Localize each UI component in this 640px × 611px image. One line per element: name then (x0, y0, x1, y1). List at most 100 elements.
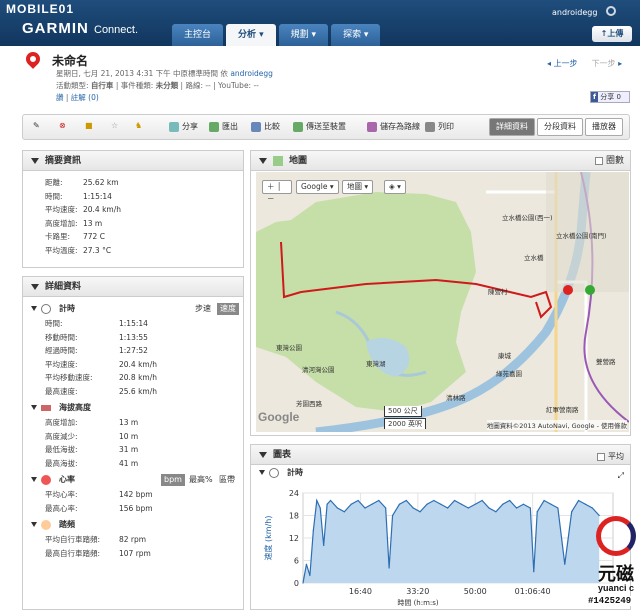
activity-title[interactable]: 未命名 (52, 52, 88, 69)
prev-link[interactable]: 上一步 (554, 59, 578, 68)
details-header[interactable]: 詳細資料 (23, 277, 243, 297)
chart-timing-header[interactable]: 計時 (251, 465, 630, 481)
tab-plan[interactable]: 規劃 ▾ (278, 24, 329, 46)
send-to-device-button[interactable]: 傳送至裝置 (293, 121, 346, 132)
stat-label: 最高速度: (45, 386, 78, 396)
laps-checkbox[interactable]: 圈數 (594, 151, 624, 171)
tab-analysis[interactable]: 分析 ▾ (226, 24, 276, 46)
data-point (350, 503, 352, 505)
data-point (426, 503, 428, 505)
stat-value: 41 m (119, 458, 139, 468)
data-point (388, 567, 390, 569)
lock-icon[interactable]: ■ (85, 121, 93, 130)
stat-row: 平均自行車踏頻: 82 rpm (45, 533, 243, 547)
speed-area (303, 500, 600, 583)
stat-label: 最高心率: (45, 503, 78, 513)
gear-icon[interactable] (606, 6, 616, 16)
activity-toolbar: ✎ ⊗ ■ ☆ ♞ 分享 匯出 比較 傳送至裝置 儲存為路線 列印 詳細資料 分… (22, 114, 630, 140)
compare-button[interactable]: 比較 (251, 121, 280, 132)
badge-icon[interactable]: ♞ (135, 121, 142, 130)
data-point (326, 503, 328, 505)
x-tick-label: 33:20 (406, 587, 429, 596)
facebook-share-button[interactable]: f 分享 0 (590, 91, 630, 103)
upload-button[interactable]: ↑上傳 (592, 26, 632, 42)
delete-icon[interactable]: ⊗ (59, 121, 66, 130)
export-button[interactable]: 匯出 (209, 121, 238, 132)
edit-icon[interactable]: ✎ (33, 121, 40, 130)
stat-label: 最高自行車踏頻: (45, 548, 101, 558)
stat-row: 距離: 25.62 km (45, 176, 243, 190)
tab-splits[interactable]: 分段資料 (537, 118, 583, 136)
zoom-controls[interactable]: ＋ │ － (262, 180, 292, 203)
stat-row: 平均速度: 20.4 km/h (45, 358, 243, 372)
share-button[interactable]: 分享 (169, 121, 198, 132)
tab-details[interactable]: 詳細資料 (489, 118, 535, 136)
google-logo: Google (258, 410, 300, 424)
stat-label: 高度增加: (45, 218, 78, 228)
chart-header[interactable]: 圖表 (251, 445, 630, 465)
map-provider-select[interactable]: Google ▾ (296, 180, 339, 194)
star-icon[interactable]: ☆ (111, 121, 118, 130)
hr-zones-toggle[interactable]: 區帶 (219, 472, 235, 488)
scale-feet: 2000 英呎 (384, 418, 427, 429)
watermark-id: #1425249 (588, 596, 632, 606)
data-point (316, 499, 318, 502)
data-point (536, 511, 538, 513)
tab-dashboard[interactable]: 主控台 (172, 24, 224, 46)
next-link[interactable]: 下一步 (592, 59, 616, 68)
map-type-select[interactable]: 地圖 ▾ (342, 180, 374, 194)
layers-select[interactable]: ◈ ▾ (384, 180, 406, 194)
stat-label: 時間: (45, 191, 63, 201)
average-checkbox[interactable]: 平均 (597, 451, 624, 462)
stat-value: 10 m (119, 431, 139, 441)
y-tick-label: 6 (294, 557, 299, 566)
comments-link[interactable]: 註解 (0) (71, 93, 99, 102)
stat-label: 平均溫度: (45, 245, 78, 255)
stat-label: 最高海拔: (45, 458, 78, 468)
data-point (305, 563, 308, 565)
data-point (391, 514, 394, 517)
data-point (509, 499, 511, 502)
x-axis-label: 時間 (h:m:s) (397, 599, 439, 607)
heart-icon (41, 475, 51, 485)
cadence-section-header[interactable]: 踏頻 (23, 517, 243, 533)
cadence-icon (41, 520, 51, 530)
pace-toggle[interactable]: 步速 (195, 301, 211, 317)
heart-rate-section-header[interactable]: 心率 bpm 最高% 區帶 (23, 472, 243, 488)
hr-max-toggle[interactable]: 最高% (189, 472, 213, 488)
like-link[interactable]: 讚 (56, 93, 64, 102)
data-point (312, 529, 314, 532)
scale-meters: 500 公尺 (384, 406, 422, 417)
stat-value: 156 bpm (119, 503, 153, 513)
activity-header: 未命名 星期日, 七月 21, 2013 4:31 下午 中原標準時間 依 an… (0, 46, 640, 112)
stat-label: 平均心率: (45, 490, 78, 499)
garmin-logo[interactable]: GARMIN Connect. (22, 20, 138, 37)
stat-row: 最高心率: 156 bpm (45, 502, 243, 516)
map-header[interactable]: 地圖 圈數 (251, 151, 630, 171)
save-as-course-button[interactable]: 儲存為路線 (367, 121, 420, 132)
stat-row: 經過時間: 1:27:52 (45, 344, 243, 358)
author-link[interactable]: androidegg (230, 69, 273, 78)
map-attribution[interactable]: 地圖資料©2013 AutoNavi, Google - 使用條款 (486, 420, 627, 430)
speed-toggle[interactable]: 速度 (217, 303, 239, 315)
print-button[interactable]: 列印 (425, 121, 454, 132)
y-axis-label: 速度 (km/h) (263, 516, 273, 561)
stat-row: 卡路里: 772 C (45, 230, 243, 244)
timing-section-header[interactable]: 計時 步速 速度 (23, 301, 243, 317)
y-tick-label: 18 (289, 512, 299, 521)
username[interactable]: androidegg (552, 8, 597, 17)
route-map[interactable]: ＋ │ － Google ▾ 地圖 ▾ ◈ ▾ 立水橋公園(西一) 立水橋 立水… (256, 172, 629, 432)
data-point (515, 507, 518, 509)
stat-label: 高度減少: (45, 431, 78, 441)
activity-nav: ◂ 上一步 下一步 ▸ (547, 59, 623, 68)
tab-player[interactable]: 播放器 (585, 118, 623, 136)
elevation-section-header[interactable]: 海拔高度 (23, 400, 243, 416)
mobile01-logo: MOBILE01 (6, 2, 75, 16)
tab-explore[interactable]: 探索 ▾ (331, 24, 381, 46)
expand-chart-icon[interactable]: ⤢ (618, 471, 624, 481)
hr-bpm-toggle[interactable]: bpm (161, 474, 185, 486)
data-point (302, 582, 304, 584)
summary-header[interactable]: 摘要資訊 (23, 151, 243, 171)
speed-chart[interactable]: 0 6 12 18 24 16:40 33:20 50:00 01:06:40 速度 (km/h)… (257, 487, 627, 611)
stat-row: 高度減少: 10 m (45, 430, 243, 444)
